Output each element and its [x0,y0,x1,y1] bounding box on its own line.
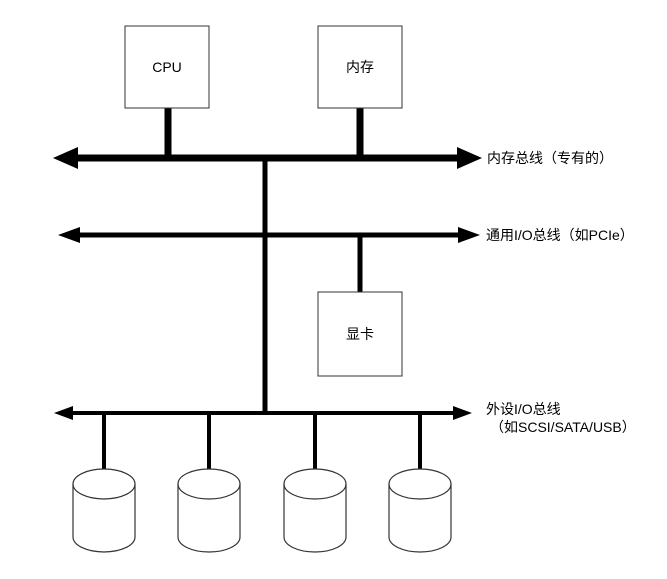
cpu-box: CPU [124,25,210,109]
arrow-left-icon [58,227,80,243]
arrow-right-icon [453,406,472,420]
disk-4 [388,413,452,553]
gpu-box: 显卡 [317,291,403,377]
disk-2 [177,413,241,553]
disk-cylinder-icon [177,468,241,553]
arrow-left-icon [54,406,73,420]
peripheral-bus-examples-label: （如SCSI/SATA/USB） [490,419,636,435]
memory-label: 内存 [346,59,374,75]
cpu-label: CPU [152,59,182,75]
disk-cylinder-icon [283,468,347,553]
disk-1 [72,413,136,553]
arrow-left-icon [53,147,78,169]
arrow-right-icon [457,147,482,169]
arrow-right-icon [458,227,480,243]
gpu-label: 显卡 [346,326,374,342]
memory-box: 内存 [317,25,403,109]
disk-cylinder-icon [388,468,452,553]
peripheral-bus-label: 外设I/O总线 [486,401,561,417]
bus-diagram: CPU 内存 显卡 内存总线（专有的） 通用I/O总线（如PCIe） 外设I/O… [53,25,636,553]
disk-cylinder-icon [72,468,136,553]
disk-3 [283,413,347,553]
memory-bus-label: 内存总线（专有的） [487,150,613,166]
io-bus [58,227,480,243]
io-bus-label: 通用I/O总线（如PCIe） [486,227,634,243]
